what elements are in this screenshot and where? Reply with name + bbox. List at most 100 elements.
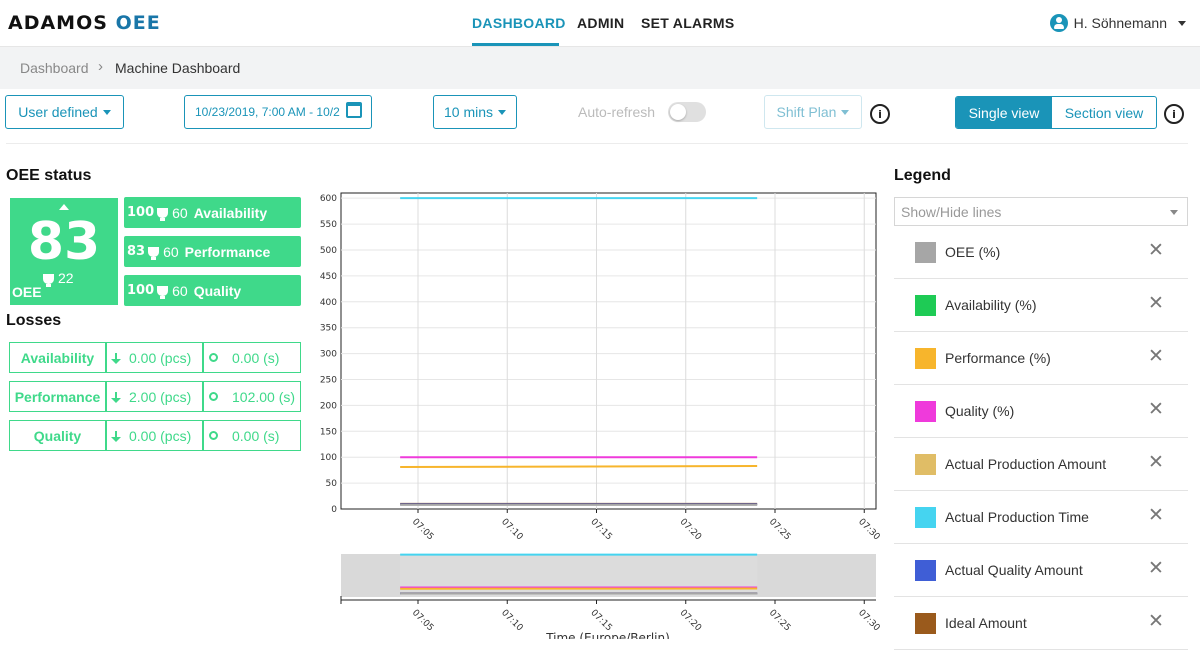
loss-amount: 0.00 (pcs) [106,342,203,373]
losses-title: Losses [6,312,61,330]
calendar-icon[interactable] [346,102,362,118]
y-tick-label: 500 [320,246,337,256]
shift-plan-dropdown[interactable]: Shift Plan [764,95,862,129]
toggle-knob [670,104,686,120]
y-tick-label: 0 [331,505,337,515]
legend-swatch [915,348,936,369]
legend-swatch [915,507,936,528]
y-tick-label: 150 [320,427,337,437]
kpi-availability: 10060Availability [124,197,301,228]
chevron-down-icon [1170,210,1178,215]
history-icon [209,392,218,401]
y-tick-label: 600 [320,194,337,204]
oee-status-title: OEE status [6,167,91,185]
legend-swatch [915,401,936,422]
legend-item: Actual Production Time✕ [894,491,1188,544]
auto-refresh-toggle[interactable] [668,102,706,122]
single-view-button[interactable]: Single view [956,97,1052,128]
trophy-icon [157,208,168,218]
y-tick-label: 50 [326,479,338,489]
legend-item: OEE (%) ✕ [894,226,1188,279]
x-tick-label: 07:05 [410,608,435,633]
arrow-down-icon [115,392,117,401]
close-icon[interactable]: ✕ [1148,451,1164,473]
trophy-icon [148,247,159,257]
legend-swatch [915,295,936,316]
trophy-icon [43,274,54,284]
chevron-right-icon: › [98,58,103,75]
interval-dropdown[interactable]: 10 mins [433,95,517,129]
y-tick-label: 350 [320,324,337,334]
legend-list: OEE (%) ✕ Availability (%) ✕ Performance (%)… [894,226,1188,639]
divider [6,143,1188,144]
legend-title: Legend [894,167,951,185]
nav-admin[interactable]: ADMIN [577,15,624,31]
legend-swatch [915,242,936,263]
kpi-performance: 8360Performance [124,236,301,267]
close-icon[interactable]: ✕ [1148,610,1164,632]
legend-label: Availability (%) [945,297,1037,313]
close-icon[interactable]: ✕ [1148,398,1164,420]
loss-time: 102.00 (s) [203,381,301,412]
y-tick-label: 400 [320,298,337,308]
interval-label: 10 mins [444,104,493,120]
close-icon[interactable]: ✕ [1148,239,1164,261]
date-range-input[interactable]: 10/23/2019, 7:00 AM - 10/2 [184,95,372,129]
legend-label: Performance (%) [945,350,1051,366]
timeline-chart[interactable]: 05010015020025030035040045050055060007:0… [305,185,890,639]
legend-item: Actual Quality Amount✕ [894,544,1188,597]
info-icon[interactable]: i [1164,104,1184,124]
legend-label: OEE (%) [945,244,1000,260]
legend-item: Ideal Amount✕ [894,597,1188,650]
y-tick-label: 300 [320,350,337,360]
legend-item: Actual Production Amount ✕ [894,438,1188,491]
x-tick-label: 07:25 [767,517,792,542]
loss-name-availability: Availability [9,342,106,373]
view-switch: Single view Section view [955,96,1157,129]
oee-value: 83 [10,212,118,272]
arrow-down-icon [115,353,117,362]
legend-label: Quality (%) [945,403,1014,419]
x-tick-label: 07:30 [856,517,882,543]
close-icon[interactable]: ✕ [1148,345,1164,367]
legend-item: Quality (%) ✕ [894,385,1188,438]
breadcrumb-current: Machine Dashboard [115,60,240,76]
x-tick-label: 07:15 [588,517,613,542]
legend-label: Actual Production Amount [945,456,1106,472]
y-tick-label: 200 [320,401,337,411]
breadcrumb-dashboard-link[interactable]: Dashboard [20,60,89,76]
show-hide-lines-select[interactable]: Show/Hide lines [894,197,1188,226]
x-tick-label: 07:25 [767,608,792,633]
x-tick-label: 07:05 [410,517,435,542]
nav-set-alarms[interactable]: SET ALARMS [641,15,734,31]
info-icon[interactable]: i [870,104,890,124]
chevron-down-icon [498,110,506,115]
oee-value-tile: 83 22 OEE [10,198,118,305]
x-tick-label: 07:20 [678,608,704,634]
show-hide-placeholder: Show/Hide lines [901,204,1001,220]
y-tick-label: 450 [320,272,337,282]
series-line [400,466,757,467]
x-tick-label: 07:10 [499,517,525,543]
history-icon [209,353,218,362]
oee-target: 22 [43,270,74,286]
close-icon[interactable]: ✕ [1148,292,1164,314]
user-menu[interactable]: H. Söhnemann [1050,14,1186,32]
chevron-down-icon [841,110,849,115]
loss-name-quality: Quality [9,420,106,451]
breadcrumb: Dashboard › Machine Dashboard [0,47,1200,89]
app-logo[interactable]: ADAMOS OEE [8,12,161,34]
x-tick-label: 07:20 [678,517,704,543]
history-icon [209,431,218,440]
legend-swatch [915,560,936,581]
close-icon[interactable]: ✕ [1148,557,1164,579]
nav-dashboard[interactable]: DASHBOARD [472,15,566,31]
section-view-button[interactable]: Section view [1052,97,1156,128]
range-mode-dropdown[interactable]: User defined [5,95,124,129]
shift-plan-label: Shift Plan [777,104,837,120]
kpi-quality: 10060Quality [124,275,301,306]
x-tick-label: 07:10 [499,608,525,634]
close-icon[interactable]: ✕ [1148,504,1164,526]
oee-label: OEE [12,284,42,300]
x-tick-label: 07:30 [856,608,882,634]
